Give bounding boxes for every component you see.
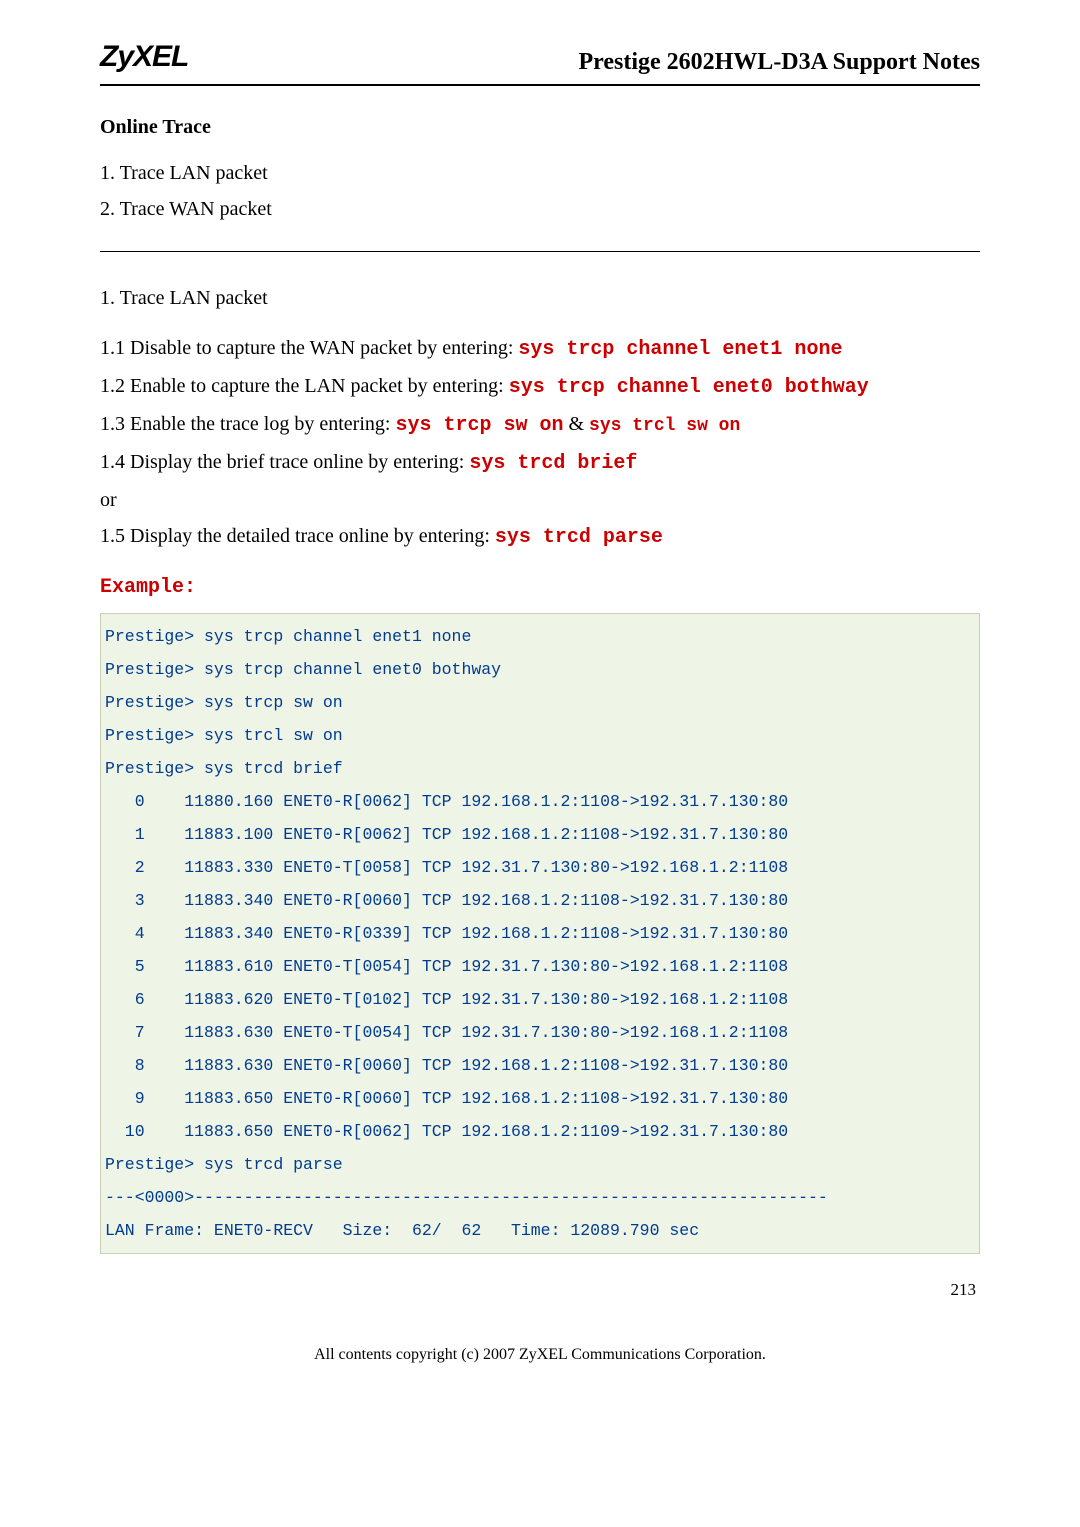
step-1-5-text: 1.5 Display the detailed trace online by… xyxy=(100,525,495,547)
code-line: 6 11883.620 ENET0-T[0102] TCP 192.31.7.1… xyxy=(105,990,788,1009)
code-line: 1 11883.100 ENET0-R[0062] TCP 192.168.1.… xyxy=(105,825,788,844)
code-line: 8 11883.630 ENET0-R[0060] TCP 192.168.1.… xyxy=(105,1056,788,1075)
intro-line-1: 1. Trace LAN packet xyxy=(100,157,980,189)
step-1-1-text: 1.1 Disable to capture the WAN packet by… xyxy=(100,337,518,359)
step-1-3-cmd1: sys trcp sw on xyxy=(395,414,563,437)
page-container: ZyXEL Prestige 2602HWL-D3A Support Notes… xyxy=(0,0,1080,1404)
step-1-1: 1.1 Disable to capture the WAN packet by… xyxy=(100,332,980,366)
code-line: Prestige> sys trcp channel enet0 bothway xyxy=(105,660,501,679)
code-line: 9 11883.650 ENET0-R[0060] TCP 192.168.1.… xyxy=(105,1089,788,1108)
page-number: 213 xyxy=(100,1280,980,1300)
sub-heading-trace-lan: 1. Trace LAN packet xyxy=(100,282,980,314)
divider xyxy=(100,251,980,252)
code-line: 3 11883.340 ENET0-R[0060] TCP 192.168.1.… xyxy=(105,891,788,910)
code-line: 4 11883.340 ENET0-R[0339] TCP 192.168.1.… xyxy=(105,924,788,943)
footer-copyright: All contents copyright (c) 2007 ZyXEL Co… xyxy=(100,1346,980,1364)
code-line: 7 11883.630 ENET0-T[0054] TCP 192.31.7.1… xyxy=(105,1023,788,1042)
step-1-2-text: 1.2 Enable to capture the LAN packet by … xyxy=(100,375,509,397)
code-line: Prestige> sys trcd brief xyxy=(105,759,343,778)
step-1-3-cmd2: sys trcl sw on xyxy=(589,416,740,436)
example-label: Example: xyxy=(100,576,980,599)
step-1-2-cmd: sys trcp channel enet0 bothway xyxy=(509,376,869,399)
logo-text: ZyXEL xyxy=(100,40,188,80)
step-or: or xyxy=(100,484,980,516)
code-line: Prestige> sys trcp channel enet1 none xyxy=(105,627,471,646)
step-1-3-text: 1.3 Enable the trace log by entering: xyxy=(100,413,395,435)
intro-line-2: 2. Trace WAN packet xyxy=(100,193,980,225)
step-1-1-cmd: sys trcp channel enet1 none xyxy=(518,338,842,361)
code-line: 5 11883.610 ENET0-T[0054] TCP 192.31.7.1… xyxy=(105,957,788,976)
document-title: Prestige 2602HWL-D3A Support Notes xyxy=(578,49,980,80)
step-1-5-cmd: sys trcd parse xyxy=(495,526,663,549)
step-1-4-cmd: sys trcd brief xyxy=(469,452,637,475)
code-line: Prestige> sys trcd parse xyxy=(105,1155,343,1174)
code-example-box: Prestige> sys trcp channel enet1 none Pr… xyxy=(100,613,980,1254)
code-line: 2 11883.330 ENET0-T[0058] TCP 192.31.7.1… xyxy=(105,858,788,877)
page-header: ZyXEL Prestige 2602HWL-D3A Support Notes xyxy=(100,40,980,86)
step-1-3-mid: & xyxy=(563,413,589,435)
step-1-2: 1.2 Enable to capture the LAN packet by … xyxy=(100,370,980,404)
step-1-4-text: 1.4 Display the brief trace online by en… xyxy=(100,451,469,473)
step-1-4: 1.4 Display the brief trace online by en… xyxy=(100,446,980,480)
code-line: 10 11883.650 ENET0-R[0062] TCP 192.168.1… xyxy=(105,1122,788,1141)
code-line: 0 11880.160 ENET0-R[0062] TCP 192.168.1.… xyxy=(105,792,788,811)
step-1-3: 1.3 Enable the trace log by entering: sy… xyxy=(100,408,980,442)
code-line: Prestige> sys trcl sw on xyxy=(105,726,343,745)
section-heading-online-trace: Online Trace xyxy=(100,116,980,139)
code-line: ---<0000>-------------------------------… xyxy=(105,1188,828,1207)
code-line: Prestige> sys trcp sw on xyxy=(105,693,343,712)
code-line: LAN Frame: ENET0-RECV Size: 62/ 62 Time:… xyxy=(105,1221,699,1240)
step-1-5: 1.5 Display the detailed trace online by… xyxy=(100,520,980,554)
